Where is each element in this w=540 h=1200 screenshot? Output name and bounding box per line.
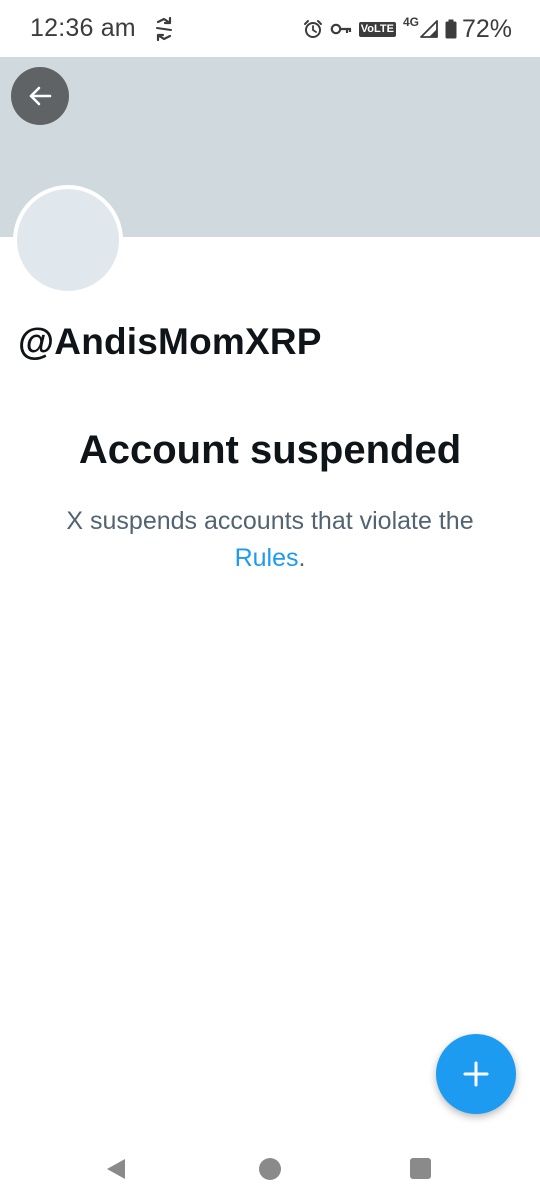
suspension-text-before: X suspends accounts that violate the	[66, 507, 474, 535]
status-time: 12:36 am	[30, 14, 136, 42]
status-icons: VoLTE 4G 72%	[303, 14, 512, 44]
navigation-bar	[0, 1135, 540, 1200]
profile-handle: @AndisMomXRP	[18, 321, 322, 362]
arrow-left-icon	[29, 86, 52, 106]
sync-icon	[156, 16, 172, 42]
battery-icon	[445, 19, 457, 39]
avatar[interactable]	[13, 185, 123, 295]
volte-icon: VoLTE	[358, 21, 396, 37]
back-button[interactable]	[11, 67, 69, 125]
nav-back-icon[interactable]	[103, 1156, 129, 1182]
suspension-title: Account suspended	[78, 428, 462, 472]
suspension-text: X suspends accounts that violate the Rul…	[40, 503, 500, 577]
plus-icon	[463, 1061, 489, 1087]
nav-recents-icon[interactable]	[410, 1158, 431, 1179]
network-type: 4G	[402, 15, 419, 29]
alarm-icon	[303, 20, 322, 38]
status-bar: 12:36 am VoLTE 4G 72%	[0, 0, 540, 57]
vpn-key-icon	[330, 23, 351, 35]
battery-percent: 72%	[461, 14, 512, 43]
nav-home-icon[interactable]	[259, 1158, 281, 1180]
suspension-text-after: .	[298, 544, 306, 572]
compose-button[interactable]	[436, 1034, 516, 1114]
rules-link[interactable]: Rules	[235, 544, 299, 572]
signal-icon	[420, 20, 438, 38]
screen: 12:36 am VoLTE 4G 72% @AndisMomXRP Accou…	[0, 0, 540, 1200]
